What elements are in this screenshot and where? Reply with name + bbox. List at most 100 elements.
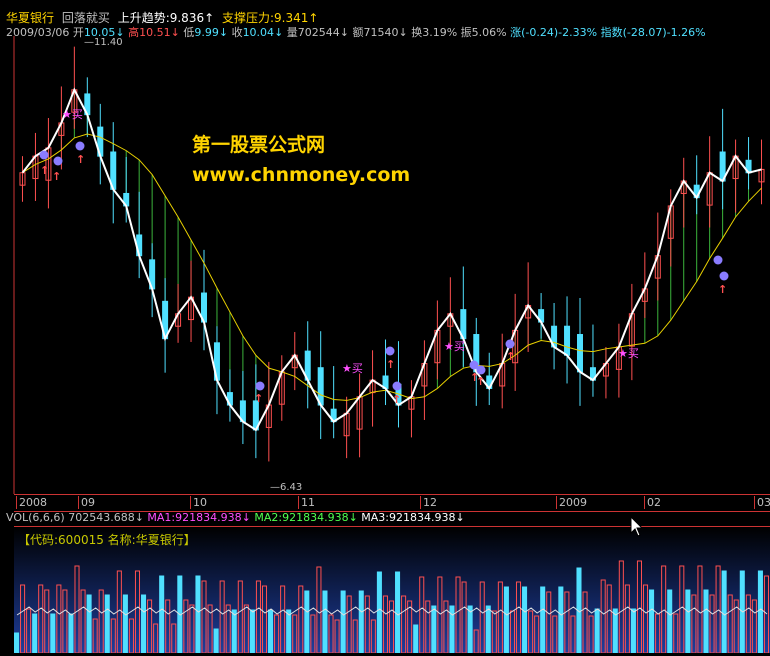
vol-value: 702543.688 (68, 511, 135, 524)
volume-bar (594, 608, 600, 654)
signal-dot (53, 156, 63, 166)
candle-body (577, 334, 583, 373)
time-axis-label: 03 (754, 496, 770, 509)
amplitude-label: 振 (460, 26, 472, 39)
ma1-arrow: ↓ (241, 511, 251, 524)
volume-bar (304, 590, 310, 654)
buy-arrow-icon: ↑ (392, 393, 401, 406)
volume-bar (32, 613, 38, 654)
ma3-value: 921834.938 (389, 511, 456, 524)
trend-arrow: ↑ (204, 11, 215, 25)
buy-arrow-icon: ↑ (52, 170, 61, 183)
volume-bar (540, 586, 546, 654)
trend-label: 上升趋势: (117, 11, 170, 25)
buy-arrow-icon: ↑ (506, 350, 515, 363)
ma2-arrow: ↓ (348, 511, 358, 524)
buy-arrow-icon: ↑ (386, 358, 395, 371)
volume-bar (340, 590, 346, 654)
support-arrow: ↑ (308, 11, 319, 25)
close-arrow: ↓ (274, 26, 284, 39)
volume-bar (685, 589, 691, 654)
volume-bar (558, 586, 564, 654)
volume-label: 量 (286, 26, 298, 39)
volume-bar (322, 590, 328, 654)
volume-bar (104, 594, 110, 654)
volume-bar (612, 608, 618, 654)
candle-body (564, 325, 571, 356)
high-value: 10.51 (139, 26, 171, 39)
ma1-label: MA1: (147, 511, 176, 524)
signal-dot (39, 150, 49, 160)
watermark-title: 第一股票公式网 (192, 134, 326, 156)
support-value: 9.341 (274, 11, 309, 25)
ma3-arrow: ↓ (455, 511, 465, 524)
open-value: 10.05 (83, 26, 116, 39)
candle-body (317, 367, 324, 406)
trend-value: 9.836 (169, 11, 205, 25)
turnover-label: 换 (411, 26, 423, 39)
volume-bar (376, 571, 382, 654)
vol-title: VOL(6,6,6) (6, 511, 65, 524)
volume-bar (50, 613, 56, 654)
volume-bar (503, 586, 509, 654)
buy-arrow-icon: ↑ (76, 153, 85, 166)
index-value: (-28.07)-1.26% (622, 26, 706, 39)
volume-bar (721, 570, 727, 654)
signal-dot (713, 255, 723, 265)
volume-bar (68, 613, 74, 654)
support-label: 支撑压力: (221, 11, 275, 25)
volume-bar (249, 609, 255, 654)
time-axis-label: 11 (298, 496, 315, 509)
volume-bar (86, 594, 92, 654)
stock-code-label: 【代码:600015 名称:华夏银行】 (18, 533, 196, 547)
signal-dot (719, 271, 729, 281)
buy-signal: ★买 (618, 347, 639, 360)
low-arrow: ↓ (218, 26, 229, 39)
trend-line (21, 87, 762, 432)
buy-arrow-icon: ↑ (254, 392, 263, 405)
buy-signal: ★买 (444, 340, 465, 353)
mouse-cursor-icon (630, 516, 644, 537)
watermark-url: www.chnmoney.com (192, 164, 411, 186)
volume-bar (395, 571, 401, 654)
buy-arrow-icon: ↑ (718, 283, 727, 296)
volume-bar (522, 586, 528, 654)
quote-line: 2009/03/06 开10.05↓ 高10.51↓ 低9.99↓ 收10.04… (6, 24, 706, 40)
signal-dot (505, 339, 515, 349)
volume-bar (703, 589, 709, 654)
open-label: 开 (72, 26, 84, 39)
time-axis-label: 12 (420, 496, 437, 509)
low-mark-label: —6.43 (270, 482, 302, 493)
signal-dot (392, 381, 402, 391)
price-chart[interactable]: —11.40—6.43★买★买★买★买↑ ↑↑↑↑↑↑↑↑↑ (0, 0, 770, 494)
volume-bar (413, 624, 419, 654)
volume-bar (213, 628, 219, 654)
volume-bar (159, 575, 165, 654)
volume-bar (630, 608, 636, 654)
time-axis-label: 02 (644, 496, 661, 509)
close-value: 10.04 (242, 26, 275, 39)
volume-bar (286, 609, 292, 654)
time-axis-label: 2008 (16, 496, 47, 509)
time-axis-label: 2009 (556, 496, 587, 509)
amplitude-value: 5.06% (471, 26, 507, 39)
turnover-value: 3.19% (422, 26, 458, 39)
volume-bar (667, 589, 673, 654)
ma1-value: 921834.938 (175, 511, 242, 524)
high-label: 高 (128, 26, 140, 39)
amount-arrow: ↓ (398, 26, 408, 39)
volume-bar (649, 589, 655, 654)
volume-arrow: ↓ (339, 26, 349, 39)
volume-bar (467, 605, 473, 654)
signal-text: 回落就买 (61, 11, 110, 25)
signal-dot (385, 346, 395, 356)
buy-arrow-icon: ↑ (40, 164, 49, 177)
volume-bar (231, 609, 237, 654)
volume-bar (431, 605, 437, 654)
change-value: (-0.24)-2.33% (521, 26, 598, 39)
volume-bar (485, 605, 491, 654)
amount-value: 71540 (363, 26, 399, 39)
volume-value: 702544 (297, 26, 340, 39)
index-label: 指数 (600, 26, 623, 39)
ma2-value: 921834.938 (282, 511, 349, 524)
